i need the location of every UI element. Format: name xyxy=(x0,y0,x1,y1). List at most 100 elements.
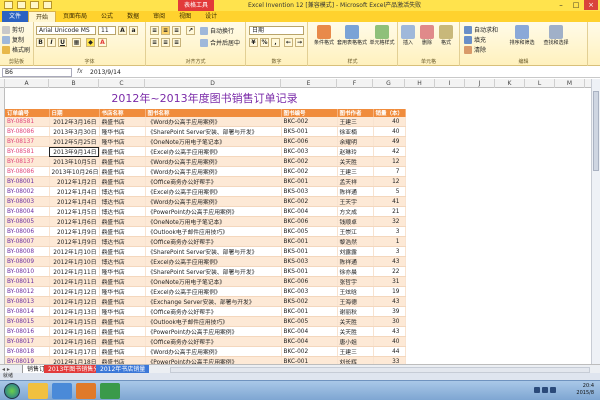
book-title-cell[interactable]: 《Word办公高手应用案例》 xyxy=(145,346,282,357)
book-title-cell[interactable]: 《Office商务办公好帮手》 xyxy=(145,236,282,247)
order-number-cell[interactable]: BY-08012 xyxy=(5,286,50,297)
order-number-cell[interactable]: BY-08010 xyxy=(5,266,50,277)
author-cell[interactable]: 唐小姐 xyxy=(337,336,374,347)
date-cell[interactable]: 2012年1月11日 xyxy=(49,276,100,287)
store-cell[interactable]: 博达书店 xyxy=(99,236,146,247)
order-number-cell[interactable]: BY-08001 xyxy=(5,176,50,187)
bold-icon[interactable]: B xyxy=(36,38,45,47)
volume-icon[interactable] xyxy=(542,387,548,393)
merge-center-button[interactable]: 合并后居中 xyxy=(200,38,240,47)
book-title-cell[interactable]: 《Office商务办公好帮手》 xyxy=(145,176,282,187)
author-cell[interactable]: 赵琳玲 xyxy=(337,146,374,157)
book-code-cell[interactable]: BKC-005 xyxy=(281,316,338,327)
book-title-cell[interactable]: 《PowerPoint办公高手应用案例》 xyxy=(145,326,282,337)
author-cell[interactable]: 方文成 xyxy=(337,206,374,217)
percent-icon[interactable]: % xyxy=(260,38,269,47)
header-date[interactable]: 日期 xyxy=(49,109,100,117)
date-cell[interactable]: 2012年1月10日 xyxy=(49,256,100,267)
author-cell[interactable]: 刘长辉 xyxy=(337,356,374,364)
book-code-cell[interactable]: BKS-001 xyxy=(281,246,338,257)
tab-page-layout[interactable]: 页面布局 xyxy=(56,11,94,22)
align-bottom-icon[interactable]: ≡ xyxy=(172,26,181,35)
find-select-button[interactable]: 查找和选择 xyxy=(540,25,572,46)
book-title-cell[interactable]: 《SharePoint Server安装、部署与开发》 xyxy=(145,126,282,137)
order-number-cell[interactable]: BY-08013 xyxy=(5,296,50,307)
column-header[interactable]: E xyxy=(281,79,337,88)
quantity-cell[interactable]: 40 xyxy=(373,336,406,347)
book-code-cell[interactable]: BKC-004 xyxy=(281,326,338,337)
increase-decimal-icon[interactable]: ← xyxy=(284,38,293,47)
date-cell[interactable]: 2012年1月6日 xyxy=(49,216,100,227)
column-header[interactable]: B xyxy=(49,79,99,88)
date-cell[interactable]: 2012年1月16日 xyxy=(49,326,100,337)
quantity-cell[interactable]: 31 xyxy=(373,276,406,287)
sort-filter-button[interactable]: 排序和筛选 xyxy=(506,25,538,46)
date-cell[interactable]: 2013年3月30日 xyxy=(49,126,100,137)
order-number-cell[interactable]: BY-08086 xyxy=(5,166,50,177)
comma-icon[interactable]: , xyxy=(271,38,280,47)
date-cell[interactable]: 2012年1月12日 xyxy=(49,296,100,307)
quantity-cell[interactable]: 42 xyxy=(373,146,406,157)
book-code-cell[interactable]: BKC-001 xyxy=(281,236,338,247)
book-title-cell[interactable]: 《SharePoint Server安装、部署与开发》 xyxy=(145,266,282,277)
book-title-cell[interactable]: 《Office商务办公好帮手》 xyxy=(145,306,282,317)
book-code-cell[interactable]: BKC-002 xyxy=(281,196,338,207)
order-number-cell[interactable]: BY-08015 xyxy=(5,316,50,327)
shrink-font-icon[interactable]: a xyxy=(129,26,138,35)
book-code-cell[interactable]: BKC-005 xyxy=(281,226,338,237)
currency-icon[interactable]: ¥ xyxy=(249,38,258,47)
store-cell[interactable]: 隆华书店 xyxy=(99,136,146,147)
author-cell[interactable]: 王天宇 xyxy=(337,196,374,207)
book-code-cell[interactable]: BKC-001 xyxy=(281,356,338,364)
quantity-cell[interactable]: 43 xyxy=(373,326,406,337)
format-button[interactable]: 格式 xyxy=(430,25,462,46)
column-header[interactable]: D xyxy=(145,79,281,88)
order-number-cell[interactable]: BY-08008 xyxy=(5,246,50,257)
order-number-cell[interactable]: BY-08011 xyxy=(5,276,50,287)
quantity-cell[interactable]: 32 xyxy=(373,216,406,227)
store-cell[interactable]: 鼎盛书店 xyxy=(99,296,146,307)
maximize-icon[interactable]: □ xyxy=(569,0,583,10)
header-author[interactable]: 图书作者 xyxy=(337,109,374,117)
store-cell[interactable]: 鼎盛书店 xyxy=(99,176,146,187)
align-top-icon[interactable]: ≡ xyxy=(150,26,159,35)
quantity-cell[interactable]: 44 xyxy=(373,346,406,357)
header-quantity[interactable]: 销量（本） xyxy=(373,109,406,117)
order-number-cell[interactable]: BY-08004 xyxy=(5,206,50,217)
book-code-cell[interactable]: BKC-002 xyxy=(281,346,338,357)
clock[interactable]: 20:4 2015/8 xyxy=(576,383,594,397)
column-header[interactable]: C xyxy=(99,79,145,88)
author-cell[interactable]: 陈祥通 xyxy=(337,186,374,197)
align-left-icon[interactable]: ≡ xyxy=(150,38,159,47)
column-header[interactable]: I xyxy=(435,79,465,88)
tab-review[interactable]: 审阅 xyxy=(146,11,172,22)
book-code-cell[interactable]: BKS-003 xyxy=(281,186,338,197)
author-cell[interactable]: 王建三 xyxy=(337,346,374,357)
quantity-cell[interactable]: 7 xyxy=(373,166,406,177)
author-cell[interactable]: 徐亦晨 xyxy=(337,266,374,277)
quantity-cell[interactable]: 1 xyxy=(373,236,406,247)
order-number-cell[interactable]: BY-08016 xyxy=(5,326,50,337)
column-header[interactable]: A xyxy=(5,79,49,88)
date-cell[interactable]: 2012年5月25日 xyxy=(49,136,100,147)
date-cell[interactable]: 2013年10月5日 xyxy=(49,156,100,167)
align-middle-icon[interactable]: ≡ xyxy=(161,26,170,35)
store-cell[interactable]: 鼎盛书店 xyxy=(99,166,146,177)
book-title-cell[interactable]: 《OneNote万用电子笔记本》 xyxy=(145,216,282,227)
quantity-cell[interactable]: 33 xyxy=(373,356,406,364)
book-code-cell[interactable]: BKC-003 xyxy=(281,146,338,157)
quantity-cell[interactable]: 21 xyxy=(373,206,406,217)
book-code-cell[interactable]: BKS-003 xyxy=(281,256,338,267)
quantity-cell[interactable]: 30 xyxy=(373,316,406,327)
book-code-cell[interactable]: BKC-004 xyxy=(281,206,338,217)
header-book-title[interactable]: 图书名称 xyxy=(145,109,282,117)
book-code-cell[interactable]: BKS-001 xyxy=(281,266,338,277)
date-cell[interactable]: 2012年1月2日 xyxy=(49,176,100,187)
author-cell[interactable]: 王建三 xyxy=(337,117,374,127)
tab-design[interactable]: 设计 xyxy=(198,11,224,22)
book-title-cell[interactable]: 《Office商务办公好帮手》 xyxy=(145,336,282,347)
align-center-icon[interactable]: ≡ xyxy=(161,38,170,47)
order-number-cell[interactable]: BY-08009 xyxy=(5,256,50,267)
date-cell[interactable]: 2013年10月26日 xyxy=(49,166,100,177)
author-cell[interactable]: 张哲宇 xyxy=(337,276,374,287)
